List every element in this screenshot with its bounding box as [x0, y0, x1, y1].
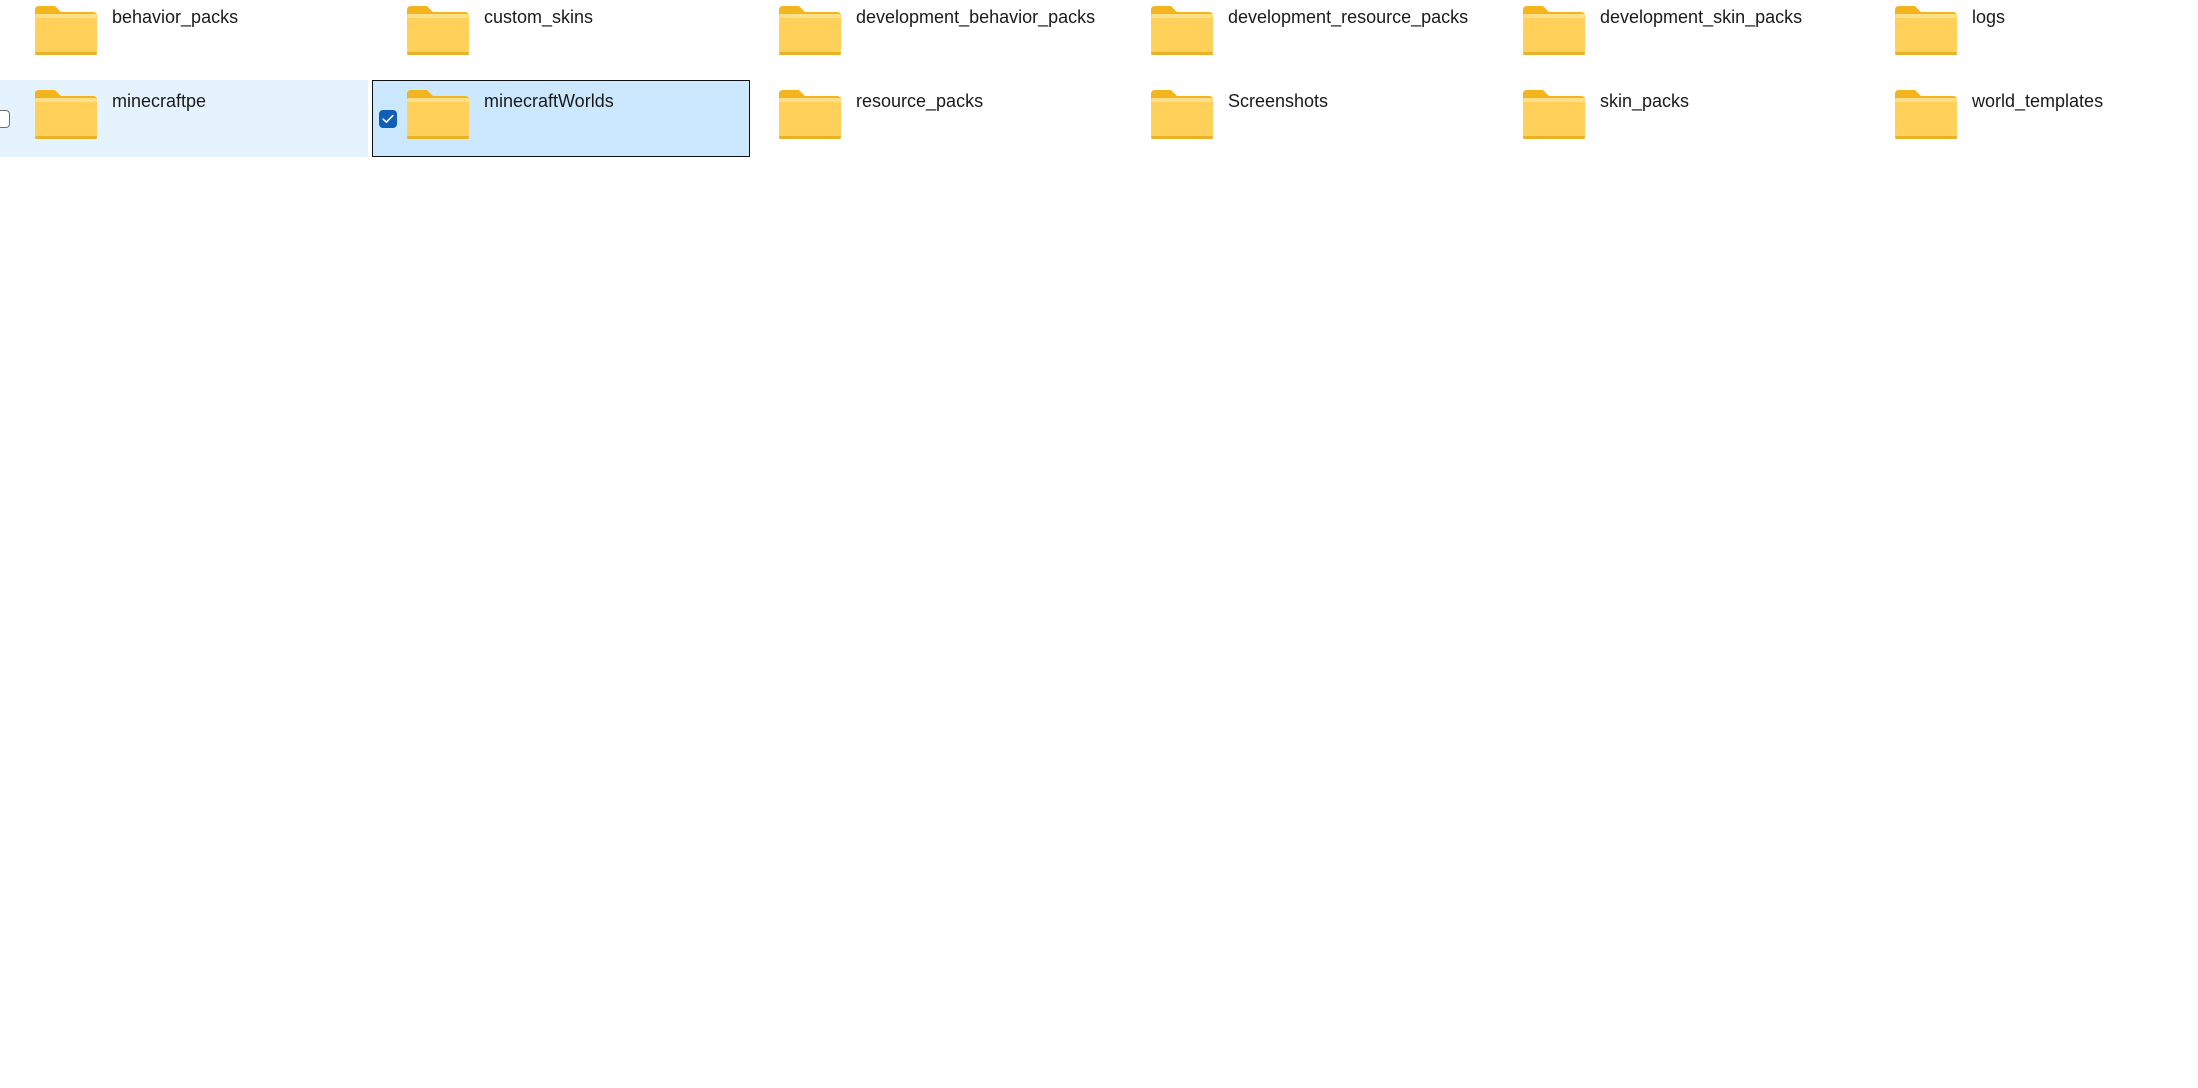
folder-name: Screenshots — [1228, 91, 1329, 111]
folder-icon — [1895, 90, 1957, 139]
folder-name: development_skin_packs — [1600, 7, 1803, 27]
folder-item-custom-skins[interactable]: custom_skins — [372, 0, 750, 73]
folder-name: world_templates — [1972, 91, 2104, 111]
folder-icon — [779, 6, 841, 55]
folder-name: minecraftpe — [112, 91, 207, 111]
checkmark-icon — [382, 114, 394, 123]
folder-item-development-skin-packs[interactable]: development_skin_packs — [1488, 0, 1866, 73]
folder-icon — [1151, 6, 1213, 55]
folder-item-minecraftpe[interactable]: minecraftpe — [0, 80, 368, 157]
folder-name: logs — [1972, 7, 2006, 27]
folder-name: development_behavior_packs — [856, 7, 1096, 27]
folder-item-screenshots[interactable]: Screenshots — [1116, 80, 1494, 157]
folder-name: development_resource_packs — [1228, 7, 1469, 27]
folder-icon — [35, 6, 97, 55]
folder-item-development-resource-packs[interactable]: development_resource_packs — [1116, 0, 1494, 73]
folder-item-logs[interactable]: logs — [1860, 0, 2198, 73]
folder-icon — [1151, 90, 1213, 139]
folder-icon — [1523, 6, 1585, 55]
file-view: behavior_packs custom_skins development_… — [0, 0, 2198, 1088]
folder-item-skin-packs[interactable]: skin_packs — [1488, 80, 1866, 157]
folder-item-minecraftworlds[interactable]: minecraftWorlds — [372, 80, 750, 157]
folder-icon — [407, 6, 469, 55]
folder-icon — [1895, 6, 1957, 55]
folder-name: minecraftWorlds — [484, 91, 614, 111]
folder-icon — [1523, 90, 1585, 139]
folder-name: resource_packs — [856, 91, 984, 111]
folder-name: behavior_packs — [112, 7, 239, 27]
item-checkbox[interactable] — [379, 110, 397, 128]
folder-item-development-behavior-packs[interactable]: development_behavior_packs — [744, 0, 1122, 73]
folder-icon — [407, 90, 469, 139]
folder-item-behavior-packs[interactable]: behavior_packs — [0, 0, 378, 73]
folder-icon — [35, 90, 97, 139]
folder-item-world-templates[interactable]: world_templates — [1860, 80, 2198, 157]
folder-name: skin_packs — [1600, 91, 1690, 111]
item-checkbox[interactable] — [0, 110, 10, 128]
folder-icon — [779, 90, 841, 139]
folder-item-resource-packs[interactable]: resource_packs — [744, 80, 1122, 157]
folder-name: custom_skins — [484, 7, 594, 27]
